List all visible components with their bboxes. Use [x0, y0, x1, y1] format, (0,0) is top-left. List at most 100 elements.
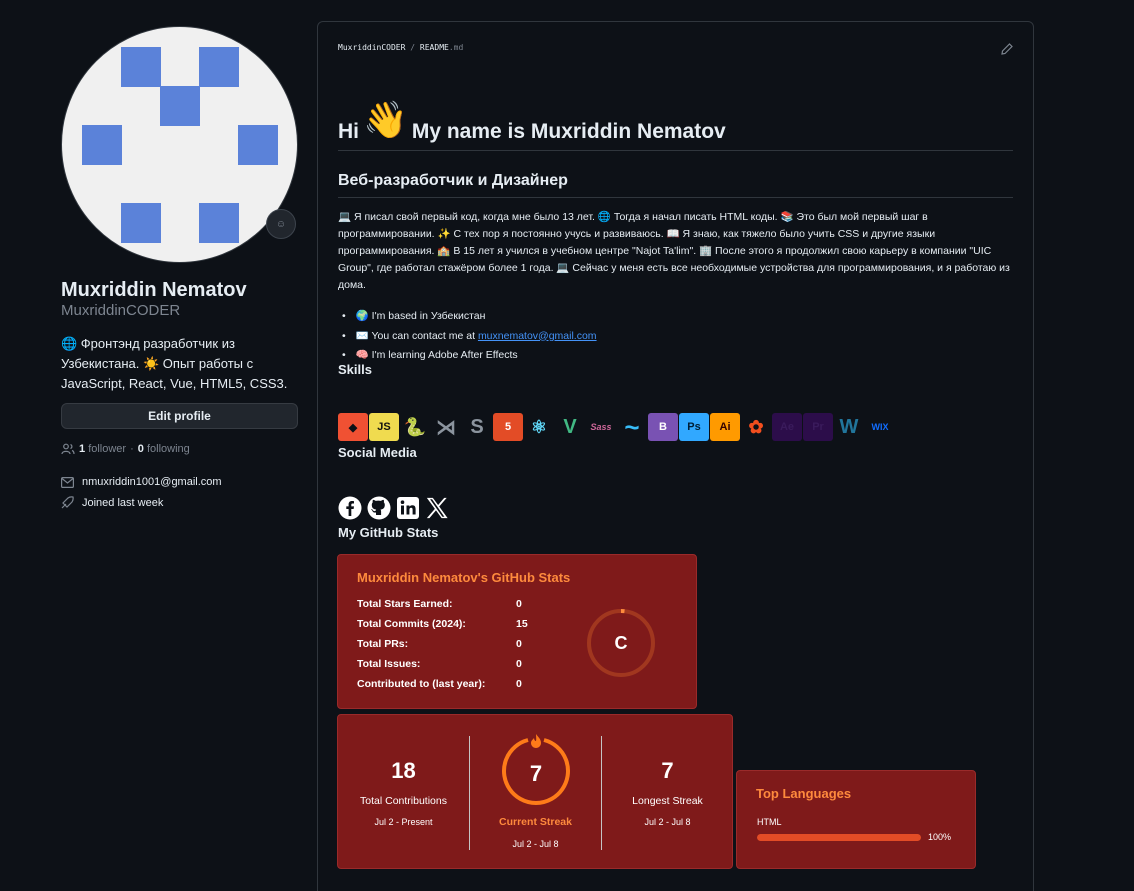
streak-ring: 7 — [502, 734, 570, 805]
edit-profile-button[interactable]: Edit profile — [61, 403, 298, 429]
figma-icon: ✿ — [748, 416, 764, 437]
longest-streak: 7 Longest Streak Jul 2 - Jul 8 — [602, 715, 733, 827]
language-bar-track — [757, 834, 921, 841]
photoshop-icon: Ps — [679, 413, 709, 441]
language-bar-fill — [757, 834, 921, 841]
avatar-pixel — [160, 86, 200, 126]
stat-value: 0 — [516, 678, 522, 690]
react-icon: ⚛ — [530, 416, 548, 437]
rocket-icon — [61, 496, 74, 509]
heading-divider — [338, 150, 1013, 151]
avatar-pixel — [199, 203, 239, 243]
social-links — [338, 496, 449, 520]
stats-card-title: Muxriddin Nematov's GitHub Stats — [357, 570, 571, 585]
separator-dot: · — [130, 443, 134, 455]
readme-heading: Hi 👋 My name is Muxriddin Nematov — [338, 102, 726, 144]
wave-emoji: 👋 — [363, 99, 408, 140]
readme-subheading: Веб-разработчик и Дизайнер — [338, 172, 568, 189]
joined-row: Joined last week — [61, 496, 163, 509]
heading-name: My name is Muxriddin Nematov — [411, 120, 726, 143]
people-icon — [61, 443, 75, 455]
skills-heading: Skills — [338, 362, 372, 377]
joined-text: Joined last week — [82, 496, 164, 509]
language-percent: 100% — [928, 832, 952, 842]
stat-label: Total Issues: — [357, 658, 421, 670]
html5-icon: 5 — [493, 413, 523, 441]
longest-streak-number: 7 — [661, 758, 674, 783]
stat-label: Total Commits (2024): — [357, 618, 466, 630]
mail-icon — [61, 476, 74, 488]
readme-paragraph: 💻 Я писал свой первый код, когда мне был… — [338, 211, 1010, 291]
profile-login: MuxriddinCODER — [61, 302, 181, 319]
rank-ring: C — [587, 609, 655, 677]
wordpress-icon: W — [839, 415, 859, 438]
current-streak-label: Current Streak — [499, 816, 572, 828]
avatar[interactable] — [61, 26, 298, 263]
total-contributions-label: Total Contributions — [360, 795, 447, 807]
rank-letter: C — [615, 633, 628, 653]
stat-label: Contributed to (last year): — [357, 678, 486, 690]
javascript-icon: JS — [369, 413, 399, 441]
stat-value: 0 — [516, 658, 522, 670]
followers-link[interactable]: 1 follower — [79, 443, 126, 455]
github-stats-card: Muxriddin Nematov's GitHub Stats Total S… — [337, 554, 697, 709]
following-link[interactable]: 0 following — [138, 443, 190, 455]
stat-label: Total PRs: — [357, 638, 409, 650]
stat-value: 15 — [516, 618, 528, 630]
heading-hi: Hi — [338, 120, 359, 143]
stat-value: 0 — [516, 598, 522, 610]
crumb-user-link[interactable]: MuxriddinCODER — [338, 43, 405, 52]
stat-value: 0 — [516, 638, 522, 650]
pencil-icon[interactable] — [1001, 43, 1013, 55]
smiley-icon: ☺ — [275, 218, 287, 230]
fire-icon — [531, 734, 541, 748]
follow-stats: 1 follower · 0 following — [61, 443, 190, 455]
crumb-separator: / — [410, 43, 416, 52]
profile-bio: 🌐 Фронтэнд разработчик из Узбекистана. ☀… — [61, 336, 288, 391]
subheading-divider — [338, 197, 1013, 198]
email-link[interactable]: nmuxriddin1001@gmail.com — [82, 476, 222, 488]
avatar-pixel — [199, 47, 239, 87]
wix-icon: WIX — [871, 422, 889, 432]
list-item: 🌍 I'm based in Узбекистан — [342, 307, 597, 327]
top-languages-title: Top Languages — [756, 786, 852, 801]
premiere-icon: Pr — [803, 413, 833, 441]
longest-streak-dates: Jul 2 - Jul 8 — [644, 817, 691, 827]
vue-icon: V — [563, 415, 577, 438]
longest-streak-label: Longest Streak — [632, 795, 703, 807]
profile-sidebar — [61, 26, 298, 263]
current-streak-number: 7 — [530, 761, 542, 786]
total-contributions: 18 Total Contributions Jul 2 - Present — [338, 715, 469, 827]
tailwind-icon: ~ — [624, 411, 640, 442]
illustrator-icon: Ai — [710, 413, 740, 441]
facebook-icon[interactable] — [338, 496, 362, 520]
current-streak-dates: Jul 2 - Jul 8 — [512, 839, 559, 849]
github-icon[interactable] — [367, 496, 391, 520]
x-icon[interactable] — [425, 496, 449, 520]
after-effects-icon: Ae — [772, 413, 802, 441]
contact-email-link[interactable]: muxnematov@gmail.com — [478, 327, 597, 347]
stylus-icon: S — [470, 415, 484, 438]
stat-label: Total Stars Earned: — [357, 598, 453, 610]
top-languages-card: Top Languages HTML 100% — [736, 770, 976, 869]
linkedin-icon[interactable] — [396, 496, 420, 520]
language-name: HTML — [757, 817, 782, 827]
avatar-pixel — [82, 125, 122, 165]
total-contributions-number: 18 — [391, 758, 416, 783]
sass-icon: Sass — [590, 422, 612, 432]
avatar-pixel — [238, 125, 278, 165]
crumb-file: README — [419, 43, 449, 52]
list-item: 🧠 I'm learning Adobe After Effects — [342, 346, 597, 366]
set-status-button[interactable]: ☺ — [266, 209, 296, 239]
email-row: nmuxriddin1001@gmail.com — [61, 476, 222, 488]
breadcrumb: MuxriddinCODER / README.md — [338, 43, 463, 52]
avatar-pixel — [121, 47, 161, 87]
social-heading: Social Media — [338, 445, 417, 460]
bootstrap-icon: B — [648, 413, 678, 441]
stats-heading: My GitHub Stats — [338, 525, 439, 540]
vscode-icon: ⋊ — [436, 416, 456, 439]
crumb-file-ext: .md — [448, 43, 464, 52]
list-item: ✉️ You can contact me at muxnematov@gmai… — [342, 327, 597, 347]
profile-name: Muxriddin Nematov — [61, 279, 247, 301]
avatar-pixel — [121, 203, 161, 243]
